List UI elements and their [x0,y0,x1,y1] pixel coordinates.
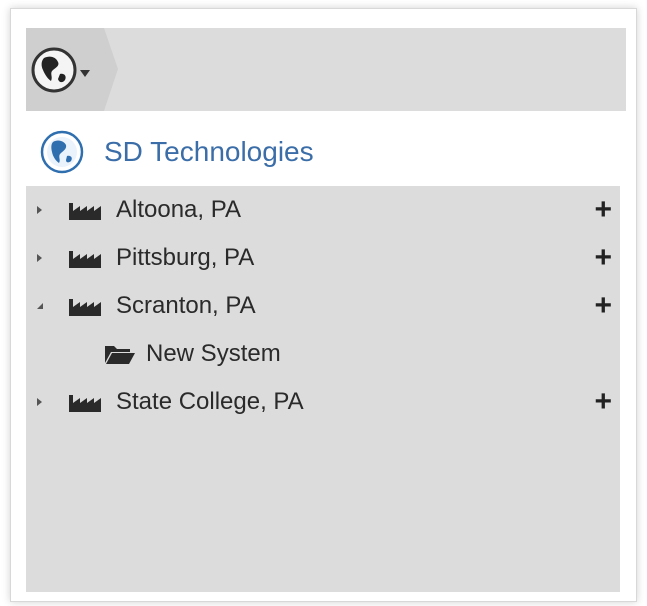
header-bar [26,28,626,111]
tree-item-label: State College, PA [116,388,304,415]
factory-icon [69,203,101,220]
folder-open-icon [105,346,135,364]
caret-down-icon[interactable] [36,300,44,312]
tree-item-label: Pittsburg, PA [116,244,255,271]
plus-icon[interactable]: + [594,387,612,417]
globe-icon [31,47,77,92]
factory-icon [69,299,101,316]
caret-right-icon[interactable] [36,396,44,408]
org-header[interactable]: SD Technologies [26,120,626,184]
tree-item-pittsburg[interactable]: Pittsburg, PA + [26,234,620,282]
caret-right-icon[interactable] [36,252,44,264]
caret-right-icon[interactable] [36,204,44,216]
tree-item-label: Altoona, PA [116,196,241,223]
factory-icon [69,395,101,412]
tree-item-altoona[interactable]: Altoona, PA + [26,186,620,234]
chevron-down-icon [80,70,90,77]
plus-icon[interactable]: + [594,291,612,321]
location-tree: Altoona, PA + Pittsburg, PA + Scranton, … [26,186,620,592]
plus-icon[interactable]: + [594,195,612,225]
tree-item-state-college[interactable]: State College, PA + [26,378,620,426]
tree-item-label: New System [146,340,281,367]
org-title: SD Technologies [104,136,314,167]
tree-item-new-system[interactable]: New System [26,330,620,378]
globe-icon [40,130,84,174]
factory-icon [69,251,101,268]
org-switcher-button[interactable] [26,28,118,111]
tree-item-scranton[interactable]: Scranton, PA + [26,282,620,330]
tree-item-label: Scranton, PA [116,292,256,319]
plus-icon[interactable]: + [594,243,612,273]
